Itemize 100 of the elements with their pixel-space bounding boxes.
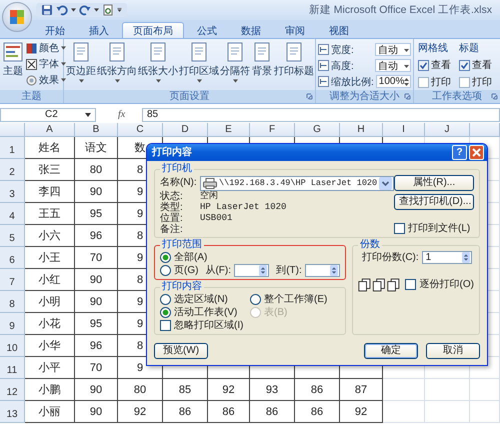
radio-label: 选定区域(N) [174, 294, 228, 306]
group-title: 打印机 [161, 163, 193, 175]
field-label: 打印份数(C): [362, 252, 419, 264]
printer-dropdown[interactable]: \\192.168.3.49\HP LaserJet 1020 [200, 176, 394, 190]
table-cell: 小红 [25, 269, 75, 291]
row-header[interactable]: 8 [0, 291, 25, 313]
table-cell: 80 [75, 159, 118, 181]
table-cell: 96 [75, 335, 118, 357]
ribbon-tab[interactable]: 页面布局 [122, 22, 184, 38]
page-setup-button[interactable]: 打印区域 [179, 41, 219, 90]
option-heading: 标题 [459, 42, 480, 55]
column-header[interactable]: F [250, 123, 295, 137]
ribbon-tab[interactable]: 视图 [318, 22, 360, 38]
printer-button[interactable]: 属性(R)... [394, 175, 474, 191]
table-cell: 王五 [25, 203, 75, 225]
help-button[interactable]: ? [452, 145, 467, 160]
dialog-button[interactable]: 确定 [364, 343, 418, 359]
table-cell: 小明 [25, 291, 75, 313]
field-label: 到(T): [276, 264, 302, 276]
ribbon-tab[interactable]: 开始 [34, 22, 76, 38]
radio-label: 活动工作表(V) [174, 306, 238, 318]
scale-spinner[interactable]: 100% [376, 75, 412, 88]
field-label: 宽度: [331, 44, 355, 56]
page-setup-button[interactable]: 纸张大小 [138, 41, 178, 90]
page-setup-button[interactable]: 纸张方向 [97, 41, 137, 90]
row-header[interactable]: 6 [0, 247, 25, 269]
row-header[interactable]: 12 [0, 379, 25, 401]
row-header[interactable]: 9 [0, 313, 25, 335]
row-header[interactable]: 13 [0, 401, 25, 423]
table-cell: 92 [208, 379, 250, 401]
row-header[interactable]: 3 [0, 181, 25, 203]
insert-function-button[interactable]: fx [118, 109, 136, 120]
ribbon-tab[interactable]: 数据 [230, 22, 272, 38]
group-title: 打印范围 [161, 239, 203, 251]
table-cell: 87 [340, 379, 383, 401]
row-header[interactable]: 2 [0, 159, 25, 181]
radio-label: 整个工作簿(E) [264, 294, 328, 306]
copies-spinner[interactable]: 1 [422, 251, 472, 264]
column-header[interactable]: J [425, 123, 470, 137]
row-header[interactable]: 7 [0, 269, 25, 291]
window-title: 新建 Microsoft Office Excel 工作表.xlsx [308, 3, 492, 17]
field-label: 缩放比例: [331, 76, 374, 88]
dialog-button[interactable]: 取消 [426, 343, 480, 359]
row-header[interactable]: 11 [0, 357, 25, 379]
info-value: USB001 [200, 213, 232, 224]
size-dropdown[interactable]: 自动 [375, 59, 411, 72]
ribbon-tab[interactable]: 公式 [186, 22, 228, 38]
formula-field[interactable]: 85 [142, 108, 500, 122]
row-header[interactable]: 4 [0, 203, 25, 225]
column-header[interactable]: C [118, 123, 163, 137]
theme-option[interactable]: 效果 [26, 73, 66, 87]
page-setup-button[interactable]: 分隔符 [220, 41, 250, 90]
table-cell: 95 [75, 313, 118, 335]
table-cell: 80 [118, 379, 163, 401]
group-label: 页面设置 [64, 90, 315, 103]
page-setup-button[interactable]: 背景 [251, 41, 273, 90]
theme-option[interactable]: 颜色 [26, 41, 66, 55]
dialog-button[interactable]: 预览(W) [154, 343, 208, 359]
table-cell: 86 [250, 401, 295, 423]
option-heading: 网格线 [418, 42, 449, 55]
column-header[interactable]: E [208, 123, 250, 137]
table-cell: 小花 [25, 313, 75, 335]
table-cell: 小华 [25, 335, 75, 357]
table-cell: 小六 [25, 225, 75, 247]
info-label: 状态: [160, 191, 184, 202]
column-header[interactable]: G [295, 123, 340, 137]
ribbon-tab[interactable]: 插入 [78, 22, 120, 38]
theme-option[interactable]: 字体 [26, 57, 66, 71]
page-setup-button[interactable]: 页边距 [66, 41, 96, 90]
size-dropdown[interactable]: 自动 [375, 43, 411, 56]
column-header[interactable]: A [25, 123, 75, 137]
checkbox-label: 打印 [431, 76, 451, 89]
page-setup-button[interactable]: 打印标题 [274, 41, 314, 90]
column-header[interactable]: H [340, 123, 383, 137]
info-label: 备注: [160, 224, 184, 235]
radio-label: 表(B) [264, 306, 288, 318]
table-cell: 小丽 [25, 401, 75, 423]
table-cell: 93 [250, 379, 295, 401]
name-box[interactable]: C2 [0, 108, 96, 122]
table-cell: 96 [75, 225, 118, 247]
ribbon-tab[interactable]: 审阅 [274, 22, 316, 38]
group-label: 主题 [0, 90, 63, 103]
row-header[interactable]: 1 [0, 137, 25, 159]
printer-button[interactable]: 查找打印机(D)... [394, 194, 474, 210]
checkbox-label: 打印到文件(L) [408, 222, 470, 234]
checkbox-label: 查看 [472, 58, 492, 72]
row-header[interactable]: 10 [0, 335, 25, 357]
column-header[interactable]: B [75, 123, 118, 137]
table-cell: 小平 [25, 357, 75, 379]
table-cell: 95 [75, 203, 118, 225]
row-header[interactable]: 5 [0, 225, 25, 247]
table-cell: 90 [75, 181, 118, 203]
column-header[interactable]: I [383, 123, 425, 137]
table-cell: 90 [75, 291, 118, 313]
checkbox-label: 打印 [472, 76, 492, 89]
radio-label: 页(G) [174, 264, 198, 276]
table-cell: 90 [75, 401, 118, 423]
info-value: HP LaserJet 1020 [200, 202, 286, 213]
theme-button[interactable]: 主题 [2, 41, 24, 90]
column-header[interactable]: D [163, 123, 208, 137]
